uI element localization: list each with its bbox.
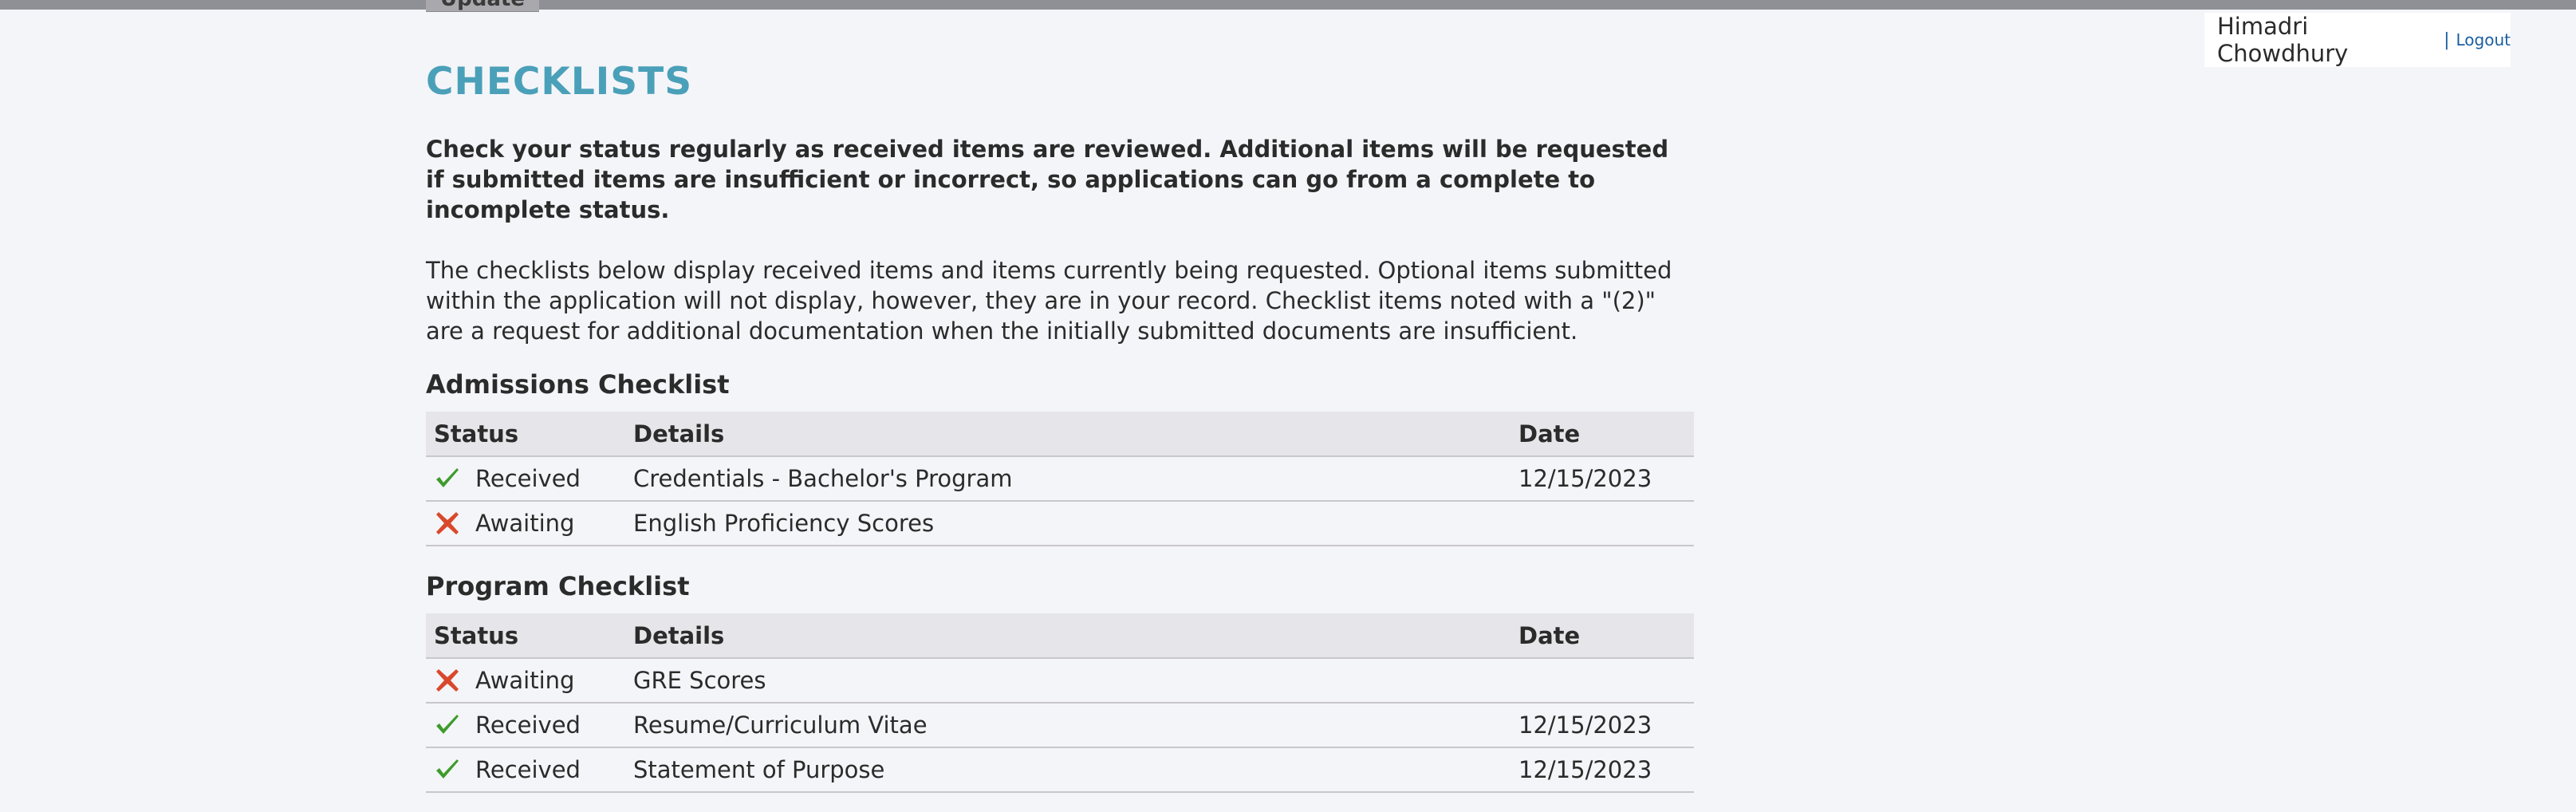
status-cell: Received	[426, 456, 625, 502]
intro-text: The checklists below display received it…	[426, 257, 1672, 345]
update-tab-label[interactable]: Update	[426, 0, 539, 10]
status-cell-content: Received	[434, 711, 625, 739]
check-icon	[434, 711, 461, 739]
logout-link[interactable]: Logout	[2456, 30, 2511, 49]
status-cell: Received	[426, 747, 625, 793]
status-column-header: Status	[426, 613, 625, 659]
date-cell	[1511, 658, 1694, 704]
main-content: CHECKLISTS Check your status regularly a…	[426, 56, 1694, 793]
update-tab[interactable]: Update	[426, 0, 539, 12]
user-name: Himadri Chowdhury	[2217, 13, 2349, 67]
date-column-header: Date	[1511, 412, 1694, 457]
status-cell-content: Received	[434, 756, 625, 783]
details-cell: GRE Scores	[625, 658, 1511, 704]
status-cell-content: Awaiting	[434, 510, 625, 537]
program-checklist-title: Program Checklist	[426, 571, 690, 601]
check-icon	[434, 756, 461, 783]
date-cell	[1511, 501, 1694, 546]
status-label: Received	[475, 756, 581, 783]
date-column-header: Date	[1511, 613, 1694, 659]
details-column-header: Details	[625, 412, 1511, 457]
table-row: Received Statement of Purpose 12/15/2023	[426, 747, 1694, 793]
date-cell: 12/15/2023	[1511, 747, 1694, 793]
status-label: Received	[475, 465, 581, 492]
date-cell: 12/15/2023	[1511, 456, 1694, 502]
details-column-header: Details	[625, 613, 1511, 659]
details-cell: Statement of Purpose	[625, 747, 1511, 793]
admissions-checklist-title: Admissions Checklist	[426, 369, 730, 400]
table-row: Received Resume/Curriculum Vitae 12/15/202…	[426, 703, 1694, 748]
details-cell: Credentials - Bachelor's Program	[625, 456, 1511, 502]
date-cell: 12/15/2023	[1511, 703, 1694, 748]
status-label: Awaiting	[475, 667, 575, 694]
table-header-row: Status Details Date	[426, 613, 1694, 659]
table-row: Received Credentials - Bachelor's Program…	[426, 456, 1694, 502]
admissions-checklist-table: Status Details Date Received Credentials …	[426, 412, 1694, 546]
program-checklist-body: Awaiting GRE Scores Received Resume/Curricu…	[426, 658, 1694, 793]
admissions-checklist-body: Received Credentials - Bachelor's Program…	[426, 456, 1694, 546]
status-label: Awaiting	[475, 510, 575, 537]
user-box: Himadri Chowdhury | Logout	[2204, 13, 2511, 67]
status-cell-content: Awaiting	[434, 667, 625, 694]
table-row: Awaiting English Proficiency Scores	[426, 501, 1694, 546]
x-icon	[434, 667, 461, 694]
table-row: Awaiting GRE Scores	[426, 658, 1694, 704]
top-bar	[0, 0, 2576, 10]
status-cell: Awaiting	[426, 658, 625, 704]
details-cell: Resume/Curriculum Vitae	[625, 703, 1511, 748]
table-header-row: Status Details Date	[426, 412, 1694, 457]
status-label: Received	[475, 711, 581, 739]
program-checklist-table: Status Details Date Awaiting GRE Scores Re…	[426, 613, 1694, 793]
status-cell: Received	[426, 703, 625, 748]
status-cell-content: Received	[434, 465, 625, 492]
details-cell: English Proficiency Scores	[625, 501, 1511, 546]
page-title: CHECKLISTS	[426, 60, 693, 104]
intro-bold-text: Check your status regularly as received …	[426, 136, 1669, 223]
status-cell: Awaiting	[426, 501, 625, 546]
status-column-header: Status	[426, 412, 625, 457]
x-icon	[434, 510, 461, 537]
check-icon	[434, 465, 461, 492]
user-separator: |	[2444, 30, 2450, 50]
